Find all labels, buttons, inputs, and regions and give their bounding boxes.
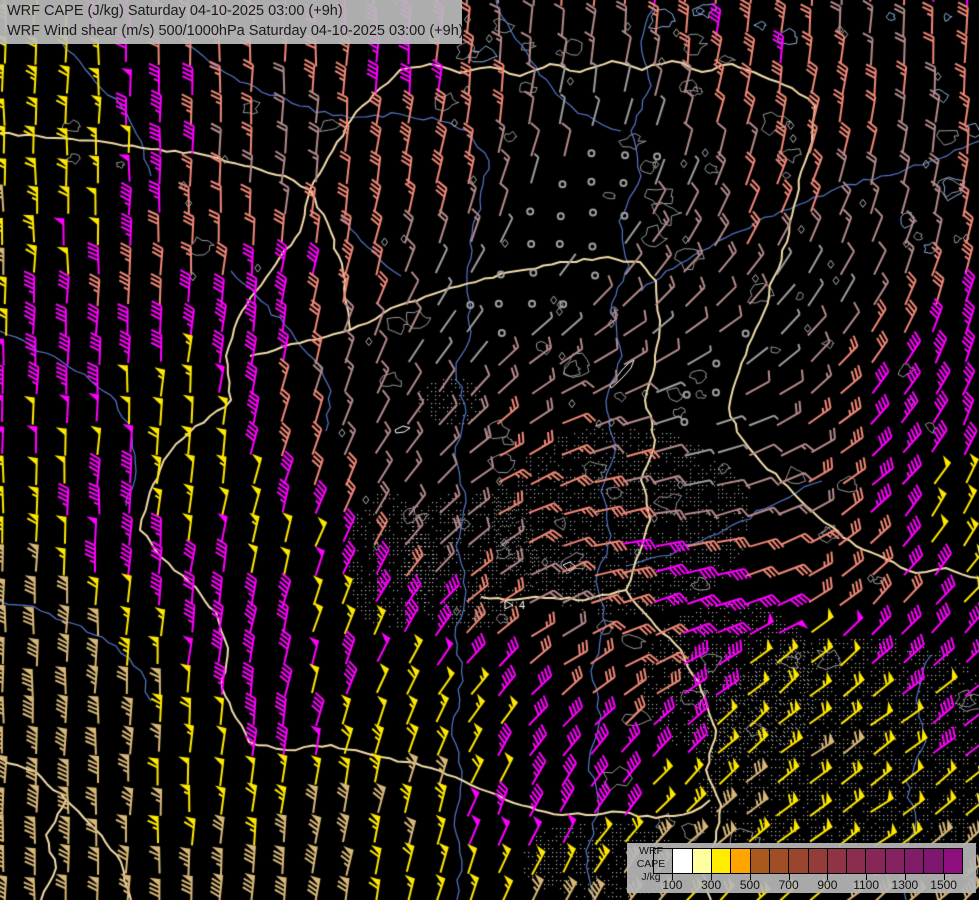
legend-tick-label: 900	[817, 878, 837, 892]
legend-swatch	[809, 849, 828, 873]
legend-swatch	[731, 849, 750, 873]
legend-tick-label: 1100	[853, 878, 879, 892]
cape-legend-panel: WRF CAPE J/kg 10030050070090011001300150…	[627, 843, 976, 893]
weather-map-viewport: WRF CAPE (J/kg) Saturday 04-10-2025 03:0…	[0, 0, 979, 900]
legend-swatch	[789, 849, 808, 873]
legend-swatch	[866, 849, 885, 873]
legend-tick-label: 1300	[892, 878, 919, 892]
cape-legend-swatch-row	[653, 848, 963, 874]
legend-swatch	[944, 849, 962, 873]
title-line-cape: WRF CAPE (J/kg) Saturday 04-10-2025 03:0…	[7, 2, 462, 22]
legend-swatch	[905, 849, 924, 873]
legend-tick-label: 1500	[930, 878, 957, 892]
title-line-windshear: WRF Wind shear (m/s) 500/1000hPa Saturda…	[7, 22, 462, 42]
legend-tick-label: 100	[662, 878, 682, 892]
legend-tick-label: 500	[740, 878, 760, 892]
legend-swatch	[654, 849, 673, 873]
legend-swatch	[693, 849, 712, 873]
weather-map-canvas	[0, 0, 979, 900]
legend-swatch	[712, 849, 731, 873]
legend-swatch	[886, 849, 905, 873]
legend-swatch	[924, 849, 943, 873]
legend-swatch	[770, 849, 789, 873]
map-title-overlay: WRF CAPE (J/kg) Saturday 04-10-2025 03:0…	[0, 0, 462, 44]
legend-swatch	[751, 849, 770, 873]
legend-tick-label: 700	[779, 878, 799, 892]
legend-swatch	[847, 849, 866, 873]
legend-tick-label: 300	[701, 878, 721, 892]
legend-swatch	[673, 849, 692, 873]
legend-swatch	[828, 849, 847, 873]
